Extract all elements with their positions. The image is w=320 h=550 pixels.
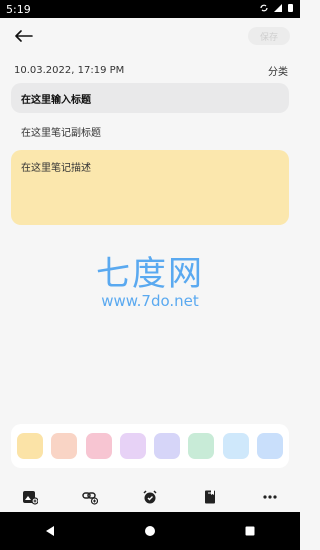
home-circle-icon[interactable]: [136, 517, 164, 545]
save-button[interactable]: 保存: [248, 27, 290, 45]
status-bar: 5:19: [0, 0, 300, 18]
bottom-toolbar: [0, 482, 300, 512]
color-swatch-8[interactable]: [256, 433, 283, 459]
top-bar: 保存: [0, 18, 300, 54]
note-meta-row: 10.03.2022, 17:19 PM 分类: [14, 62, 288, 78]
color-swatch-2[interactable]: [51, 433, 78, 459]
color-swatch-1[interactable]: [17, 433, 43, 459]
title-input[interactable]: 在这里输入标题: [11, 83, 289, 113]
watermark-logo-text: 七度网: [96, 254, 204, 294]
color-swatch-7[interactable]: [222, 433, 249, 459]
recent-square-icon[interactable]: [236, 517, 264, 545]
color-picker: [11, 424, 289, 468]
add-image-icon[interactable]: [19, 486, 41, 508]
title-placeholder: 在这里输入标题: [21, 94, 91, 106]
subtitle-placeholder: 在这里笔记副标题: [21, 127, 101, 139]
category-button[interactable]: 分类: [268, 63, 288, 78]
back-triangle-icon[interactable]: [36, 517, 64, 545]
color-swatch-4[interactable]: [119, 433, 146, 459]
alarm-icon[interactable]: [139, 486, 161, 508]
color-swatch-5[interactable]: [154, 433, 181, 459]
watermark-url: www.7do.net: [101, 292, 199, 310]
battery-icon: [287, 3, 294, 16]
book-icon[interactable]: [199, 486, 221, 508]
color-swatch-3[interactable]: [85, 433, 112, 459]
note-datetime: 10.03.2022, 17:19 PM: [14, 64, 125, 76]
status-icons: [259, 3, 294, 16]
more-icon[interactable]: [259, 486, 281, 508]
watermark: 七度网 www.7do.net: [0, 254, 300, 314]
system-nav-bar: [0, 512, 300, 550]
color-swatch-6[interactable]: [188, 433, 215, 459]
signal-icon: [273, 3, 283, 16]
description-placeholder: 在这里笔记描述: [21, 163, 91, 174]
status-time: 5:19: [6, 2, 31, 16]
back-arrow-icon[interactable]: [12, 24, 36, 48]
add-link-icon[interactable]: [79, 486, 101, 508]
sync-icon: [259, 3, 269, 16]
subtitle-input[interactable]: 在这里笔记副标题: [21, 122, 281, 140]
description-input[interactable]: 在这里笔记描述: [11, 150, 289, 225]
